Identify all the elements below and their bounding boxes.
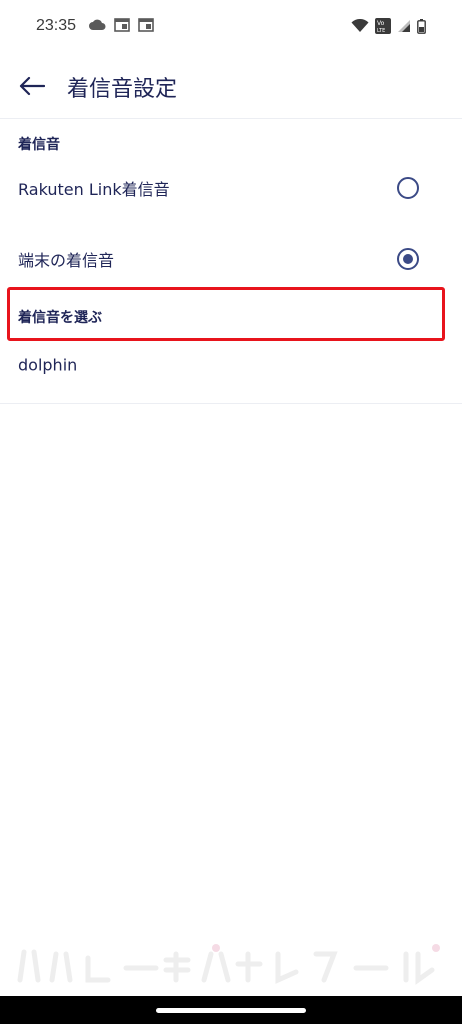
- battery-icon: [417, 18, 426, 34]
- navigation-bar: [0, 996, 462, 1024]
- radio-option-device-ringtone[interactable]: 端末の着信音: [0, 229, 462, 289]
- status-bar: 23:35 Vo LTE: [0, 0, 462, 54]
- current-ringtone-label: dolphin: [18, 355, 78, 375]
- divider: [0, 403, 462, 404]
- status-time: 23:35: [36, 17, 77, 34]
- page-title: 着信音設定: [67, 77, 178, 102]
- radio-unselected[interactable]: [397, 177, 419, 199]
- status-icons-right: Vo LTE: [351, 18, 426, 34]
- volte-text-top: Vo: [377, 20, 385, 27]
- calendar-icon: [114, 18, 130, 32]
- radio-selected[interactable]: [397, 248, 419, 270]
- section-header-choose-ringtone: 着信音を選ぶ: [18, 310, 102, 326]
- home-gesture-handle[interactable]: [156, 1008, 306, 1013]
- watermark-logo: [17, 944, 440, 985]
- radio-option-rakuten-link-ringtone[interactable]: Rakuten Link着信音: [0, 158, 462, 218]
- wifi-icon: [351, 19, 369, 32]
- volte-icon: Vo LTE: [375, 18, 391, 34]
- radio-dot: [403, 254, 413, 264]
- option-label: 端末の着信音: [18, 251, 115, 270]
- app-bar: 着信音設定: [0, 54, 462, 119]
- volte-text-bottom: LTE: [377, 28, 385, 34]
- arrow-left-icon: [19, 76, 45, 96]
- option-label: Rakuten Link着信音: [18, 180, 170, 199]
- back-button[interactable]: [12, 66, 52, 106]
- status-icons-left: [88, 18, 154, 32]
- section-header-ringtone: 着信音: [18, 137, 60, 153]
- cloud-icon: [89, 19, 106, 30]
- signal-icon: [398, 20, 410, 32]
- calendar-icon: [138, 18, 154, 32]
- current-ringtone-item[interactable]: dolphin: [0, 335, 462, 395]
